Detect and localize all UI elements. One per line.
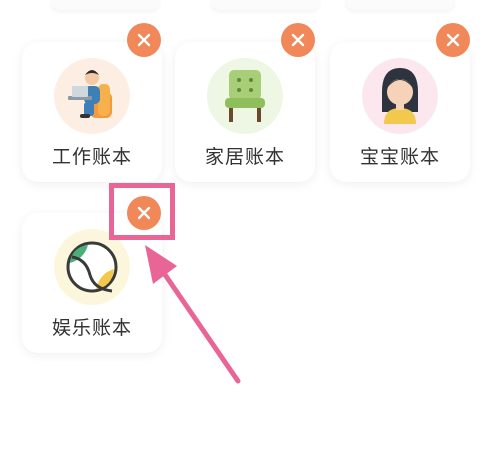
delete-baby-ledger-button[interactable] (436, 23, 470, 57)
partial-card-top-1 (50, 0, 160, 10)
close-icon (137, 33, 151, 47)
partial-card-top-3 (345, 0, 455, 10)
delete-home-ledger-button[interactable] (281, 23, 315, 57)
delete-work-ledger-button[interactable] (127, 23, 161, 57)
ledger-card-baby[interactable]: 宝宝账本 (330, 42, 470, 182)
highlight-box (109, 183, 175, 240)
ledger-card-label: 宝宝账本 (359, 146, 440, 168)
ledger-card-home[interactable]: 家居账本 (175, 42, 315, 182)
armchair-icon (207, 58, 283, 134)
ledger-card-label: 家居账本 (204, 146, 285, 168)
tennis-ball-icon (54, 229, 130, 305)
partial-card-top-2 (210, 0, 320, 10)
person-working-laptop-icon (54, 58, 130, 134)
ledger-card-work[interactable]: 工作账本 (22, 42, 162, 182)
close-icon (446, 33, 460, 47)
girl-avatar-icon (362, 58, 438, 134)
ledger-card-label: 工作账本 (51, 146, 132, 168)
close-icon (291, 33, 305, 47)
ledger-card-label: 娱乐账本 (51, 317, 132, 339)
